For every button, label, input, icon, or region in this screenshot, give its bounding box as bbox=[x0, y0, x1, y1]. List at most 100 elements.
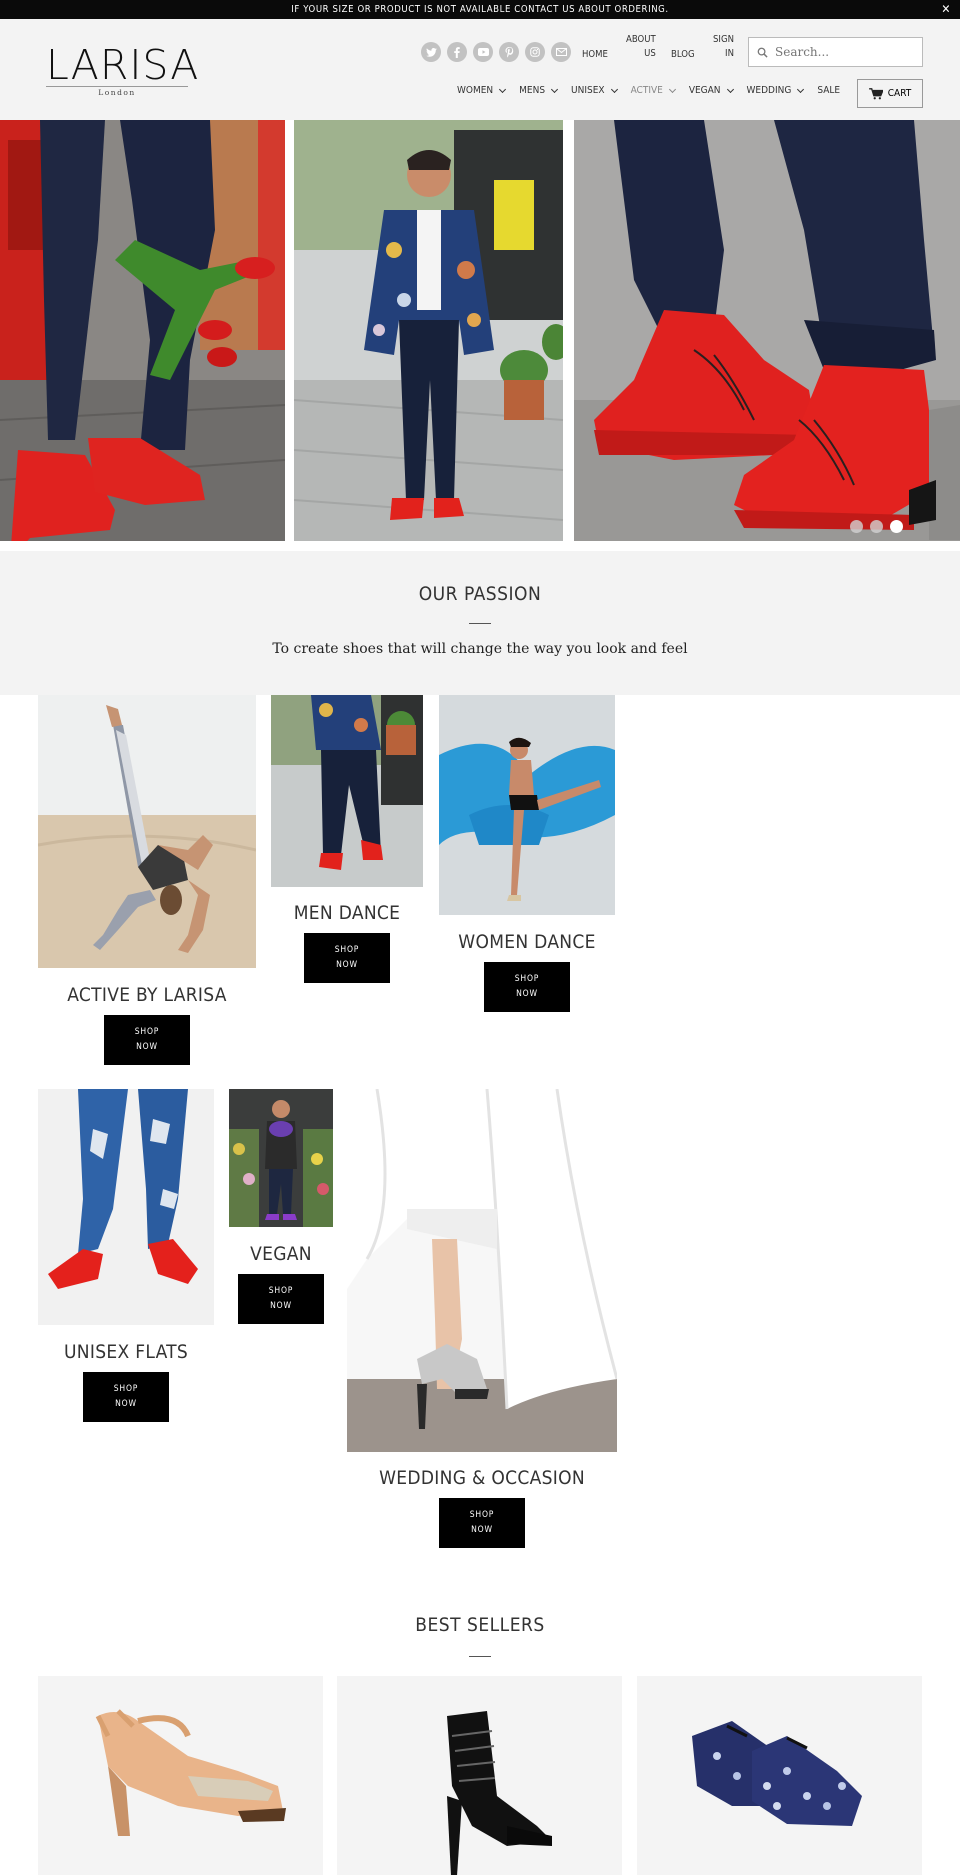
announcement-text: IF YOUR SIZE OR PRODUCT IS NOT AVAILABLE… bbox=[291, 4, 669, 15]
collection-title-wedding[interactable]: WEDDING & OCCASION bbox=[347, 1467, 617, 1489]
cart-button[interactable]: CART bbox=[857, 79, 923, 108]
shop-now-line2: NOW bbox=[336, 960, 358, 970]
twitter-icon[interactable] bbox=[421, 42, 441, 62]
shop-now-line1: SHOP bbox=[134, 1027, 160, 1037]
shop-now-line2: NOW bbox=[516, 989, 538, 999]
product-card-2[interactable] bbox=[337, 1676, 622, 1875]
slideshow-dots bbox=[850, 520, 903, 533]
nav-item-mens[interactable]: MENS bbox=[519, 85, 559, 96]
collection-image-wedding[interactable] bbox=[347, 1089, 617, 1452]
logo-name: LARISA bbox=[46, 41, 200, 89]
search-icon bbox=[757, 47, 768, 58]
chevron-down-icon bbox=[499, 85, 507, 93]
shop-now-line2: NOW bbox=[115, 1399, 137, 1409]
nav-about-line1: ABOUT bbox=[626, 34, 656, 45]
passion-text: To create shoes that will change the way… bbox=[272, 641, 688, 657]
pinterest-icon[interactable] bbox=[499, 42, 519, 62]
sign-in-line1: SIGN bbox=[713, 34, 734, 45]
instagram-icon[interactable] bbox=[525, 42, 545, 62]
shop-now-line2: NOW bbox=[136, 1042, 158, 1052]
collection-title-active[interactable]: ACTIVE BY LARISA bbox=[38, 984, 256, 1006]
nav-item-label: WEDDING bbox=[746, 85, 792, 96]
nav-item-label: MENS bbox=[519, 85, 546, 96]
nav-blog-link[interactable]: BLOG bbox=[671, 48, 695, 62]
collection-title-men-dance[interactable]: MEN DANCE bbox=[271, 902, 423, 924]
nav-item-label: UNISEX bbox=[571, 85, 605, 96]
hero-image-tulips bbox=[0, 120, 285, 541]
youtube-icon[interactable] bbox=[473, 42, 493, 62]
collection-image-vegan[interactable] bbox=[229, 1089, 333, 1227]
hero-image-red-shoes bbox=[574, 120, 960, 541]
passion-title: OUR PASSION bbox=[418, 583, 542, 605]
collection-unisex: UNISEX FLATS SHOP NOW bbox=[38, 1089, 214, 1422]
cart-icon bbox=[868, 87, 883, 99]
search-box bbox=[748, 37, 923, 67]
shop-now-button[interactable]: SHOP NOW bbox=[104, 1015, 190, 1065]
shop-now-button[interactable]: SHOP NOW bbox=[484, 962, 570, 1012]
collection-image-active[interactable] bbox=[38, 695, 256, 968]
collection-women-dance: WOMEN DANCE SHOP NOW bbox=[439, 695, 615, 1012]
nav-item-label: SALE bbox=[817, 85, 841, 96]
shop-now-line1: SHOP bbox=[268, 1286, 294, 1296]
shop-now-line1: SHOP bbox=[113, 1384, 139, 1394]
nav-item-active[interactable]: ACTIVE bbox=[630, 85, 676, 96]
hero-slideshow[interactable] bbox=[0, 120, 960, 541]
collection-image-unisex[interactable] bbox=[38, 1089, 214, 1325]
shop-now-line2: NOW bbox=[270, 1301, 292, 1311]
best-sellers-title: BEST SELLERS bbox=[415, 1614, 545, 1636]
sign-in-line2: IN bbox=[725, 48, 734, 59]
collection-title-women-dance[interactable]: WOMEN DANCE bbox=[439, 931, 615, 953]
slide-dot-3[interactable] bbox=[890, 520, 903, 533]
sign-in-link[interactable]: SIGN IN bbox=[713, 33, 734, 61]
social-links bbox=[421, 42, 571, 62]
collection-image-women-dance[interactable] bbox=[439, 695, 615, 915]
divider bbox=[469, 1656, 491, 1657]
site-header: LARISA London HOME ABOUT US BLOG SIGN IN bbox=[0, 19, 960, 120]
nav-item-women[interactable]: WOMEN bbox=[457, 85, 507, 96]
passion-section: OUR PASSION To create shoes that will ch… bbox=[0, 551, 960, 695]
nav-about-link[interactable]: ABOUT US bbox=[626, 33, 656, 61]
shop-now-button[interactable]: SHOP NOW bbox=[304, 933, 390, 983]
nav-about-line2: US bbox=[644, 48, 656, 59]
nav-item-wedding[interactable]: WEDDING bbox=[746, 85, 805, 96]
product-card-1[interactable] bbox=[38, 1676, 323, 1875]
shop-now-line2: NOW bbox=[471, 1525, 493, 1535]
collection-title-unisex[interactable]: UNISEX FLATS bbox=[38, 1341, 214, 1363]
slide-dot-1[interactable] bbox=[850, 520, 863, 533]
collection-men-dance: MEN DANCE SHOP NOW bbox=[271, 695, 423, 983]
nav-item-label: WOMEN bbox=[457, 85, 494, 96]
nav-item-label: ACTIVE bbox=[630, 85, 663, 96]
search-input[interactable] bbox=[775, 45, 915, 59]
collection-title-vegan[interactable]: VEGAN bbox=[229, 1243, 333, 1265]
facebook-icon[interactable] bbox=[447, 42, 467, 62]
logo[interactable]: LARISA London bbox=[46, 41, 200, 97]
announcement-bar: IF YOUR SIZE OR PRODUCT IS NOT AVAILABLE… bbox=[0, 0, 960, 19]
nav-item-sale[interactable]: SALE bbox=[817, 85, 840, 96]
shop-now-button[interactable]: SHOP NOW bbox=[83, 1372, 169, 1422]
shop-now-button[interactable]: SHOP NOW bbox=[238, 1274, 324, 1324]
chevron-down-icon bbox=[551, 85, 559, 93]
shop-now-line1: SHOP bbox=[334, 945, 360, 955]
chevron-down-icon bbox=[797, 85, 805, 93]
chevron-down-icon bbox=[668, 85, 676, 93]
hero-image-man-floral-jacket bbox=[294, 120, 563, 541]
chevron-down-icon bbox=[610, 85, 618, 93]
product-card-3[interactable] bbox=[637, 1676, 922, 1875]
nav-item-label: VEGAN bbox=[688, 85, 721, 96]
collection-vegan: VEGAN SHOP NOW bbox=[229, 1089, 333, 1324]
nav-home-link[interactable]: HOME bbox=[582, 48, 608, 62]
close-icon[interactable]: ✕ bbox=[941, 2, 951, 16]
slide-dot-2[interactable] bbox=[870, 520, 883, 533]
collection-active: ACTIVE BY LARISA SHOP NOW bbox=[38, 695, 256, 1065]
email-icon[interactable] bbox=[551, 42, 571, 62]
divider bbox=[469, 623, 491, 624]
nav-item-unisex[interactable]: UNISEX bbox=[571, 85, 618, 96]
collection-image-men-dance[interactable] bbox=[271, 695, 423, 887]
nav-item-vegan[interactable]: VEGAN bbox=[688, 85, 734, 96]
shop-now-line1: SHOP bbox=[469, 1510, 495, 1520]
cart-label: CART bbox=[887, 88, 912, 99]
shop-now-button[interactable]: SHOP NOW bbox=[439, 1498, 525, 1548]
main-nav: WOMEN MENS UNISEX ACTIVE VEGAN WEDDING S… bbox=[457, 85, 854, 96]
shop-now-line1: SHOP bbox=[514, 974, 540, 984]
chevron-down-icon bbox=[726, 85, 734, 93]
